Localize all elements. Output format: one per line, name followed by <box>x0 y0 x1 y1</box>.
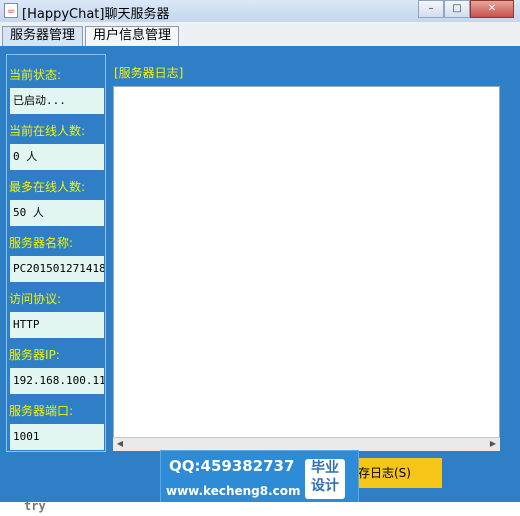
server-management-panel: 当前状态: 已启动... 当前在线人数: 0 人 最多在线人数: 50 人 服务… <box>0 46 520 516</box>
close-button[interactable]: ✕ <box>470 0 514 18</box>
server-name-label: 服务器名称: <box>9 236 74 250</box>
server-ip-label: 服务器IP: <box>9 348 60 362</box>
max-online-field[interactable]: 50 人 <box>10 200 104 226</box>
server-log-title: [服务器日志] <box>114 66 184 80</box>
server-port-field[interactable]: 1001 <box>10 424 104 450</box>
server-ip-field[interactable]: 192.168.100.111 <box>10 368 104 394</box>
server-port-label: 服务器端口: <box>9 404 74 418</box>
watermark-badge: 毕业 设计 <box>305 459 345 499</box>
scroll-right-arrow-icon[interactable]: ▶ <box>486 437 500 450</box>
watermark-badge-line1: 毕业 <box>311 460 339 476</box>
bottom-strip: try <box>0 499 520 516</box>
save-log-button[interactable]: 存日志(S) <box>350 458 442 488</box>
window-title: [HappyChat]聊天服务器 <box>22 7 170 22</box>
window-controls: – □ ✕ <box>418 0 514 18</box>
java-app-icon: ☕ <box>4 3 18 18</box>
server-status-panel: 当前状态: 已启动... 当前在线人数: 0 人 最多在线人数: 50 人 服务… <box>6 54 106 452</box>
minimize-button[interactable]: – <box>418 0 444 18</box>
watermark-banner: QQ:459382737 www.kecheng8.com 毕业 设计 <box>160 450 359 506</box>
server-name-field[interactable]: PC201501271418 <box>10 256 104 282</box>
protocol-label: 访问协议: <box>9 292 62 306</box>
title-bar: ☕ [HappyChat]聊天服务器 – □ ✕ <box>0 0 520 23</box>
current-status-label: 当前状态: <box>9 68 62 82</box>
max-online-label: 最多在线人数: <box>9 180 86 194</box>
scrollbar-track[interactable] <box>113 437 500 451</box>
background-code-text: try <box>24 499 46 513</box>
current-status-field[interactable]: 已启动... <box>10 88 104 114</box>
server-log-textarea[interactable] <box>113 86 500 451</box>
watermark-badge-line2: 设计 <box>311 478 339 494</box>
online-count-label: 当前在线人数: <box>9 124 86 138</box>
tab-user-management[interactable]: 用户信息管理 <box>85 26 180 46</box>
online-count-field[interactable]: 0 人 <box>10 144 104 170</box>
watermark-qq: QQ:459382737 <box>169 457 295 475</box>
maximize-button[interactable]: □ <box>444 0 470 18</box>
tab-server-management[interactable]: 服务器管理 <box>2 26 84 46</box>
scroll-left-arrow-icon[interactable]: ◀ <box>113 437 127 450</box>
watermark-url: www.kecheng8.com <box>166 484 301 498</box>
log-horizontal-scrollbar[interactable]: ◀ ▶ <box>113 437 500 451</box>
tab-strip: 服务器管理 用户信息管理 <box>0 22 520 47</box>
protocol-field[interactable]: HTTP <box>10 312 104 338</box>
